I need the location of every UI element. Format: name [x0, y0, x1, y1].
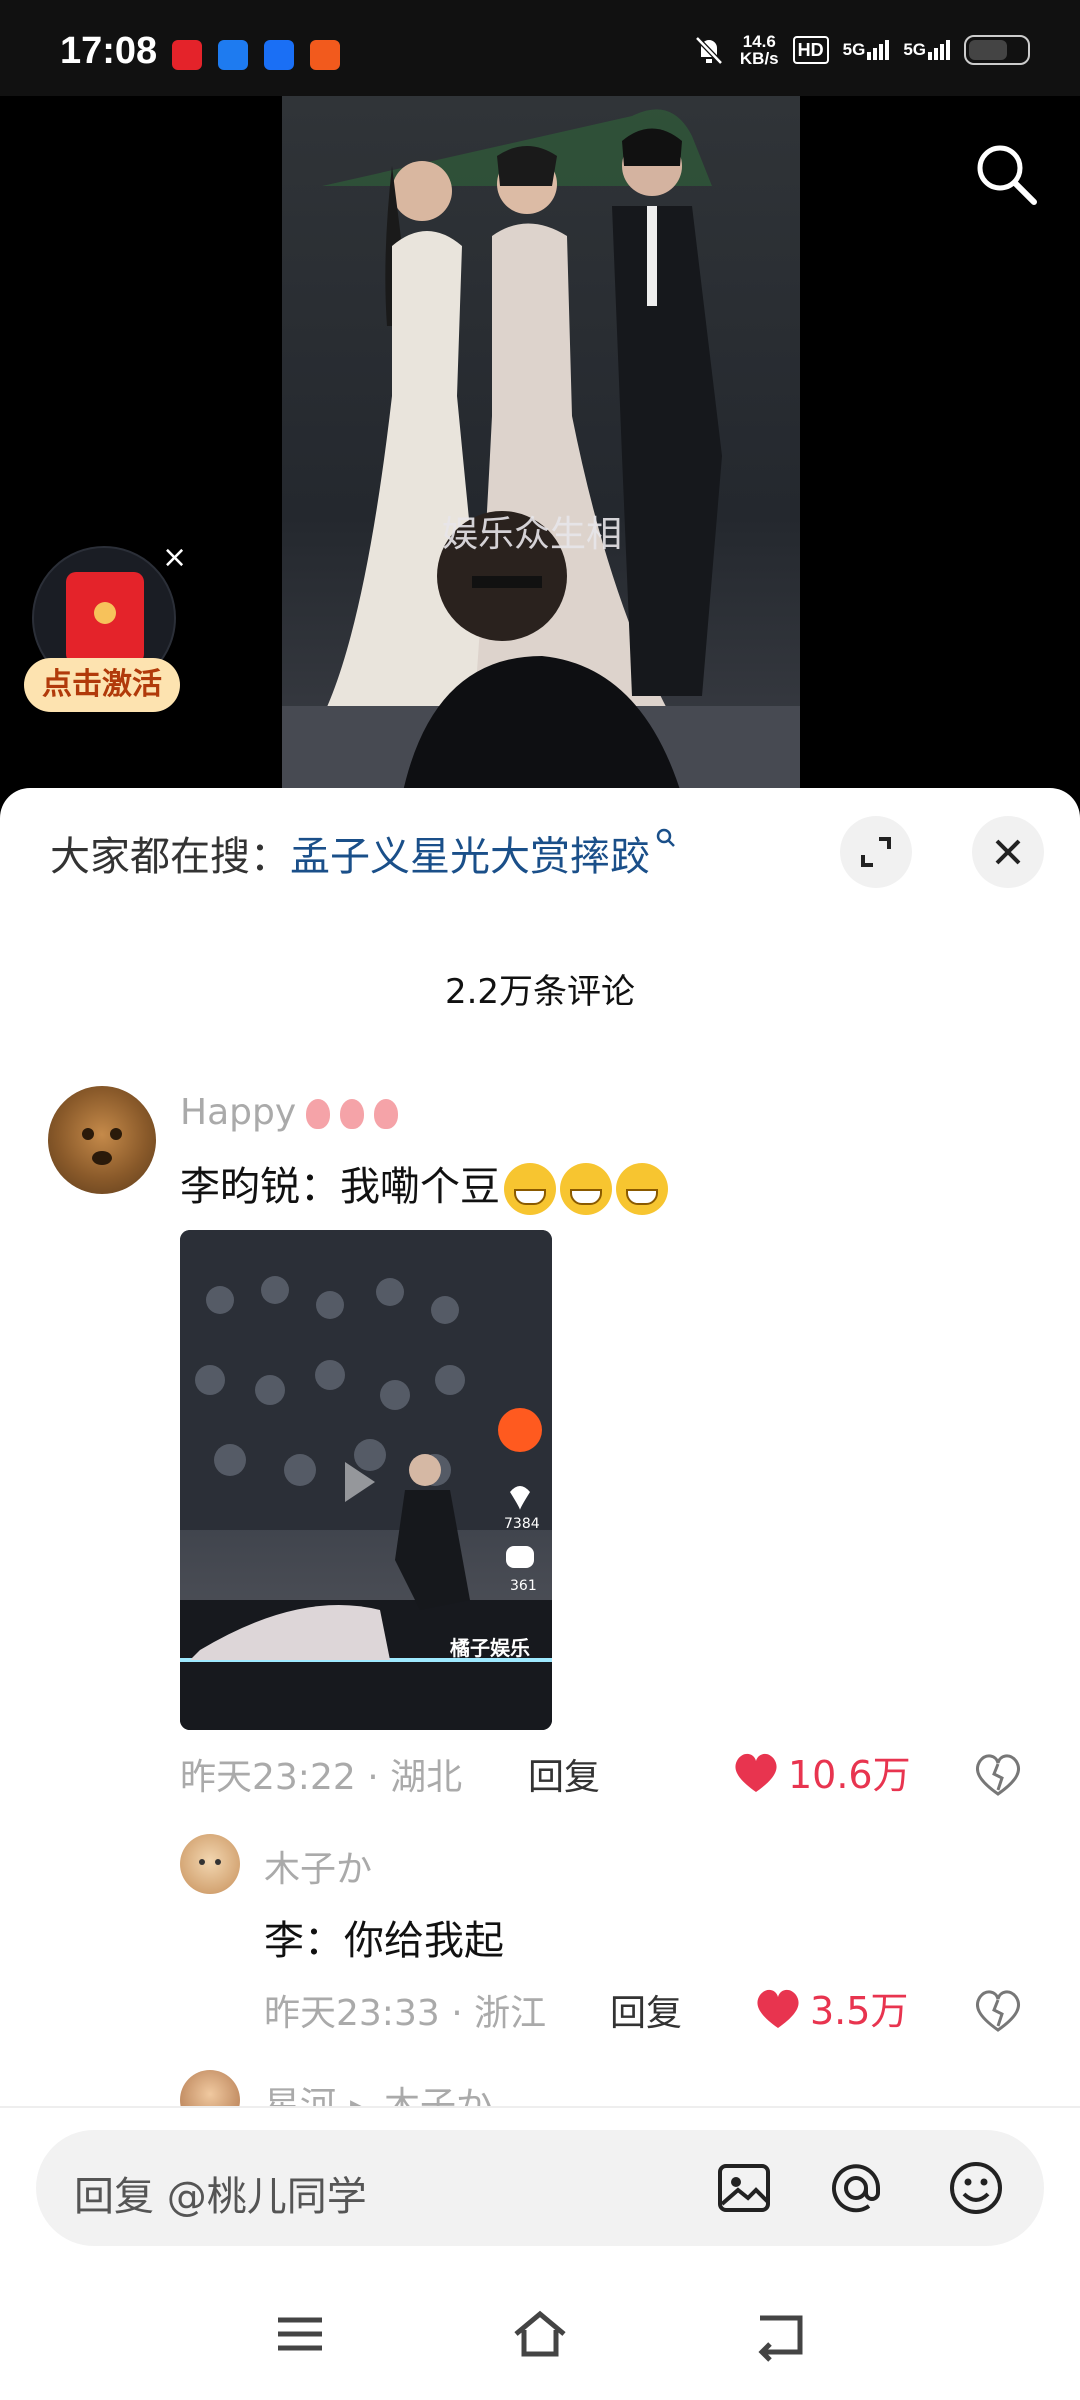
comment-username[interactable]: 木子か [264, 1840, 372, 1892]
reply-input-bar: 回复 @桃儿同学 [0, 2106, 1080, 2266]
comment-text: 李昀锐：我嘞个豆 [180, 1154, 668, 1215]
expand-button[interactable] [840, 816, 912, 888]
app-notification-icon [264, 40, 294, 70]
video-player[interactable]: 娱乐众生相 × 点击激活 [0, 96, 1080, 796]
dislike-icon[interactable] [974, 1750, 1022, 1798]
reply-button[interactable]: 回复 [610, 1984, 682, 2036]
comment-meta: 昨天23:22 · 湖北 [180, 1757, 463, 1798]
system-nav-bar [0, 2266, 1080, 2400]
thumbnail-comment-count: 361 [510, 1578, 537, 1594]
close-button[interactable] [972, 816, 1044, 888]
status-time: 17:08 [60, 30, 158, 72]
menu-icon[interactable] [270, 2306, 330, 2362]
close-icon [995, 839, 1021, 865]
reply-button[interactable]: 回复 [528, 1748, 600, 1800]
mention-icon[interactable] [826, 2158, 886, 2218]
balloon-emoji [374, 1099, 399, 1129]
red-packet-activate-button[interactable]: 点击激活 [24, 658, 180, 712]
comment-text: 李：你给我起 [264, 1918, 504, 1964]
like-count: 3.5万 [810, 1989, 909, 2033]
video-frame[interactable]: 娱乐众生相 [282, 96, 800, 796]
comment-username[interactable]: Happy [180, 1092, 399, 1133]
hot-search-prefix: 大家都在搜： [50, 834, 290, 880]
search-icon[interactable] [970, 138, 1042, 210]
red-envelope-icon [66, 572, 144, 664]
like-button[interactable]: 10.6万 [732, 1744, 911, 1799]
video-scene: 娱乐众生相 [282, 96, 800, 796]
emoji-icon[interactable] [946, 2158, 1006, 2218]
grin-emoji [504, 1163, 556, 1215]
reply-input-placeholder: 回复 @桃儿同学 [74, 2174, 367, 2220]
comment-count: 2.2万条评论 [444, 972, 636, 1012]
expand-icon [861, 837, 891, 867]
thumbnail-watermark: 橘子娱乐 [450, 1636, 530, 1660]
thumbnail-like-count: 7384 [504, 1516, 540, 1532]
avatar[interactable] [180, 1834, 240, 1894]
status-bar: 17:08 14.6 KB/s HD 5G 5G [0, 0, 1080, 96]
hot-search-bar[interactable]: 大家都在搜：孟子义星光大赏摔跤 [50, 824, 678, 882]
app-notification-icon [218, 40, 248, 70]
red-packet-widget[interactable]: × 点击激活 [24, 540, 187, 806]
image-icon[interactable] [714, 2158, 774, 2218]
heart-filled-icon [757, 1989, 799, 2028]
home-icon[interactable] [510, 2306, 570, 2362]
hd-badge: HD [792, 36, 829, 64]
balloon-emoji [306, 1099, 331, 1129]
like-count: 10.6万 [788, 1753, 911, 1797]
reply-input[interactable]: 回复 @桃儿同学 [36, 2130, 1044, 2246]
signal-sim2-icon: 5G [903, 40, 950, 60]
hot-search-link[interactable]: 孟子义星光大赏摔跤 [290, 834, 650, 880]
search-small-icon [656, 828, 675, 847]
back-icon[interactable] [750, 2306, 810, 2362]
thumbnail-scene: 7384 361 橘子娱乐 [180, 1230, 552, 1730]
mute-bell-icon [695, 36, 723, 65]
balloon-emoji [340, 1099, 365, 1129]
network-speed: 14.6 KB/s [739, 32, 779, 68]
dislike-icon[interactable] [974, 1986, 1022, 2034]
signal-sim1-icon: 5G [843, 40, 890, 60]
grin-emoji [560, 1163, 612, 1215]
video-watermark: 娱乐众生相 [442, 514, 622, 555]
app-notification-icon [172, 40, 202, 70]
like-button[interactable]: 3.5万 [754, 1980, 908, 2035]
red-packet-close-icon[interactable]: × [162, 540, 187, 575]
grin-emoji [616, 1163, 668, 1215]
comment-meta: 昨天23:33 · 浙江 [264, 1993, 547, 2034]
app-notification-icon [310, 40, 340, 70]
heart-filled-icon [735, 1753, 777, 1792]
avatar[interactable] [48, 1086, 156, 1194]
comment-video-thumbnail[interactable]: 7384 361 橘子娱乐 [180, 1230, 552, 1730]
battery-icon [964, 35, 1030, 65]
